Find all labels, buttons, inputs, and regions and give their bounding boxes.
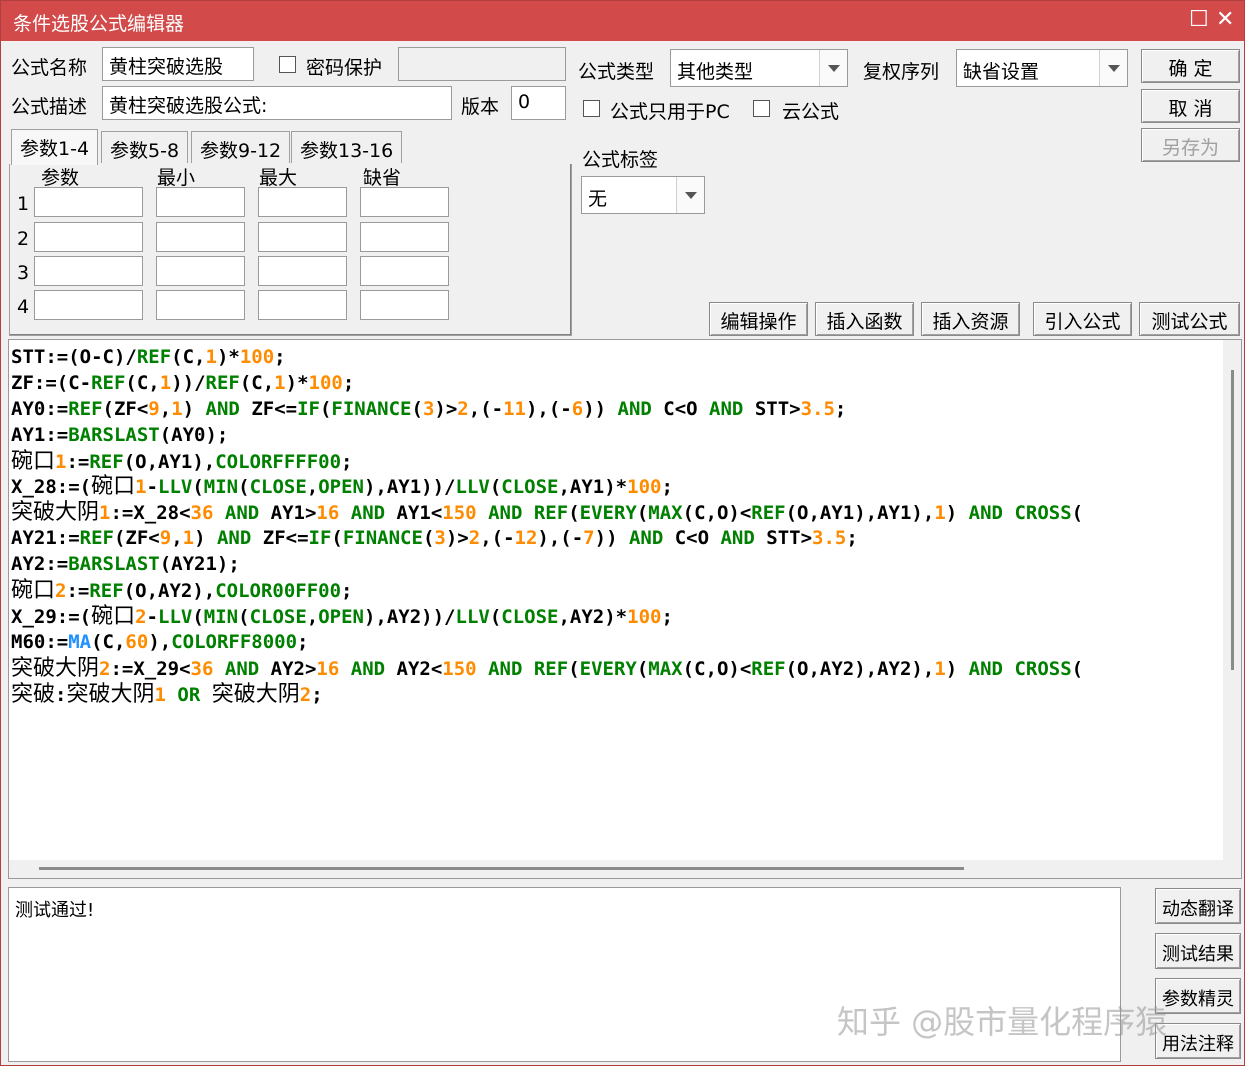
- edit-ops-button[interactable]: 编辑操作: [709, 302, 808, 336]
- param-header-min: 最小: [157, 167, 196, 189]
- param-header-max: 最大: [259, 167, 298, 189]
- chevron-down-icon[interactable]: [676, 177, 704, 213]
- formula-name-label: 公式名称: [11, 57, 88, 79]
- horizontal-scrollbar[interactable]: [9, 860, 1224, 878]
- tab-params-13-16[interactable]: 参数13-16: [291, 131, 403, 163]
- param-default-input[interactable]: [360, 222, 449, 252]
- formula-type-label: 公式类型: [578, 61, 655, 83]
- param-min-input[interactable]: [156, 222, 245, 252]
- tab-params-1-4[interactable]: 参数1-4: [11, 129, 99, 165]
- formula-tag-label: 公式标签: [582, 149, 659, 171]
- code-line[interactable]: 突破大阴2:=X_29<36 AND AY2>16 AND AY2<150 AN…: [11, 656, 1083, 682]
- code-line[interactable]: 突破大阴1:=X_28<36 AND AY1>16 AND AY1<150 AN…: [11, 500, 1083, 526]
- code-line[interactable]: AY21:=REF(ZF<9,1) AND ZF<=IF(FINANCE(3)>…: [11, 526, 1083, 552]
- pc-only-label: 公式只用于PC: [610, 101, 730, 123]
- adjust-series-value: 缺省设置: [963, 61, 1040, 83]
- version-label: 版本: [461, 96, 500, 118]
- adjust-series-select[interactable]: 缺省设置: [956, 49, 1128, 87]
- formula-editor-window: 条件选股公式编辑器 ☐ ✕ 公式名称 黄柱突破选股 密码保护 公式类型 其他类型…: [0, 0, 1245, 1066]
- param-max-input[interactable]: [258, 187, 347, 217]
- param-default-input[interactable]: [360, 187, 449, 217]
- param-name-input[interactable]: [34, 290, 143, 320]
- param-header-default: 缺省: [363, 167, 402, 189]
- param-row-number: 4: [17, 296, 30, 318]
- param-min-input[interactable]: [156, 187, 245, 217]
- param-wizard-button[interactable]: 参数精灵: [1155, 978, 1241, 1014]
- param-max-input[interactable]: [258, 222, 347, 252]
- watermark-text: 知乎 @股市量化程序猿: [837, 1003, 1168, 1041]
- scroll-thumb[interactable]: [1231, 370, 1234, 670]
- formula-desc-input[interactable]: 黄柱突破选股公式:: [102, 86, 452, 120]
- adjust-series-label: 复权序列: [863, 61, 940, 83]
- code-text[interactable]: STT:=(O-C)/REF(C,1)*100; ZF:=(C-REF(C,1))…: [11, 345, 1083, 707]
- formula-desc-label: 公式描述: [11, 96, 88, 118]
- cloud-formula-label: 云公式: [782, 101, 840, 123]
- password-protect-checkbox[interactable]: [279, 56, 296, 73]
- param-default-input[interactable]: [360, 290, 449, 320]
- param-name-input[interactable]: [34, 256, 143, 286]
- vertical-scrollbar[interactable]: [1223, 340, 1241, 878]
- param-name-input[interactable]: [34, 187, 143, 217]
- formula-tag-value: 无: [588, 188, 608, 210]
- insert-function-button[interactable]: 插入函数: [815, 302, 914, 336]
- import-formula-button[interactable]: 引入公式: [1033, 302, 1132, 336]
- code-line[interactable]: 突破:突破大阴1 OR 突破大阴2;: [11, 682, 1083, 708]
- password-input[interactable]: [398, 47, 566, 81]
- param-max-input[interactable]: [258, 256, 347, 286]
- version-input[interactable]: 0: [511, 86, 566, 120]
- tab-params-5-8[interactable]: 参数5-8: [101, 131, 189, 163]
- test-formula-button[interactable]: 测试公式: [1139, 302, 1240, 336]
- param-name-input[interactable]: [34, 222, 143, 252]
- password-protect-label: 密码保护: [306, 57, 383, 79]
- code-line[interactable]: 碗口1:=REF(O,AY1),COLORFFFF00;: [11, 449, 1083, 475]
- output-text: 测试通过!: [15, 900, 95, 921]
- param-row-number: 3: [17, 262, 30, 284]
- param-row-number: 2: [17, 228, 30, 250]
- formula-tag-select[interactable]: 无: [581, 176, 705, 214]
- formula-name-input[interactable]: 黄柱突破选股: [102, 47, 254, 81]
- scroll-thumb[interactable]: [39, 867, 964, 870]
- param-max-input[interactable]: [258, 290, 347, 320]
- cancel-button[interactable]: 取 消: [1141, 89, 1240, 123]
- save-as-button[interactable]: 另存为: [1141, 128, 1240, 162]
- formula-type-select[interactable]: 其他类型: [670, 49, 848, 87]
- code-line[interactable]: AY2:=BARSLAST(AY21);: [11, 552, 1083, 578]
- param-min-input[interactable]: [156, 256, 245, 286]
- usage-notes-button[interactable]: 用法注释: [1155, 1023, 1241, 1059]
- maximize-icon[interactable]: ☐: [1189, 7, 1209, 32]
- title-bar: 条件选股公式编辑器 ☐ ✕: [1, 1, 1244, 41]
- tab-params-9-12[interactable]: 参数9-12: [191, 131, 291, 163]
- code-line[interactable]: X_28:=(碗口1-LLV(MIN(CLOSE,OPEN),AY1))/LLV…: [11, 474, 1083, 500]
- code-line[interactable]: M60:=MA(C,60),COLORFF8000;: [11, 630, 1083, 656]
- chevron-down-icon[interactable]: [1099, 50, 1127, 86]
- cloud-formula-checkbox[interactable]: [753, 100, 770, 117]
- pc-only-checkbox[interactable]: [583, 100, 600, 117]
- close-icon[interactable]: ✕: [1216, 7, 1234, 32]
- window-title: 条件选股公式编辑器: [13, 13, 185, 35]
- code-line[interactable]: STT:=(O-C)/REF(C,1)*100;: [11, 345, 1083, 371]
- code-editor[interactable]: STT:=(O-C)/REF(C,1)*100; ZF:=(C-REF(C,1))…: [8, 339, 1242, 879]
- code-line[interactable]: ZF:=(C-REF(C,1))/REF(C,1)*100;: [11, 371, 1083, 397]
- code-line[interactable]: X_29:=(碗口2-LLV(MIN(CLOSE,OPEN),AY2))/LLV…: [11, 604, 1083, 630]
- ok-button[interactable]: 确 定: [1141, 49, 1240, 83]
- code-line[interactable]: AY1:=BARSLAST(AY0);: [11, 423, 1083, 449]
- param-default-input[interactable]: [360, 256, 449, 286]
- formula-type-value: 其他类型: [677, 61, 754, 83]
- param-min-input[interactable]: [156, 290, 245, 320]
- code-line[interactable]: 碗口2:=REF(O,AY2),COLOR00FF00;: [11, 578, 1083, 604]
- param-header-name: 参数: [41, 167, 80, 189]
- test-result-button[interactable]: 测试结果: [1155, 933, 1241, 969]
- dynamic-translate-button[interactable]: 动态翻译: [1155, 888, 1241, 924]
- code-line[interactable]: AY0:=REF(ZF<9,1) AND ZF<=IF(FINANCE(3)>2…: [11, 397, 1083, 423]
- insert-resource-button[interactable]: 插入资源: [921, 302, 1020, 336]
- param-row-number: 1: [17, 193, 30, 215]
- chevron-down-icon[interactable]: [819, 50, 847, 86]
